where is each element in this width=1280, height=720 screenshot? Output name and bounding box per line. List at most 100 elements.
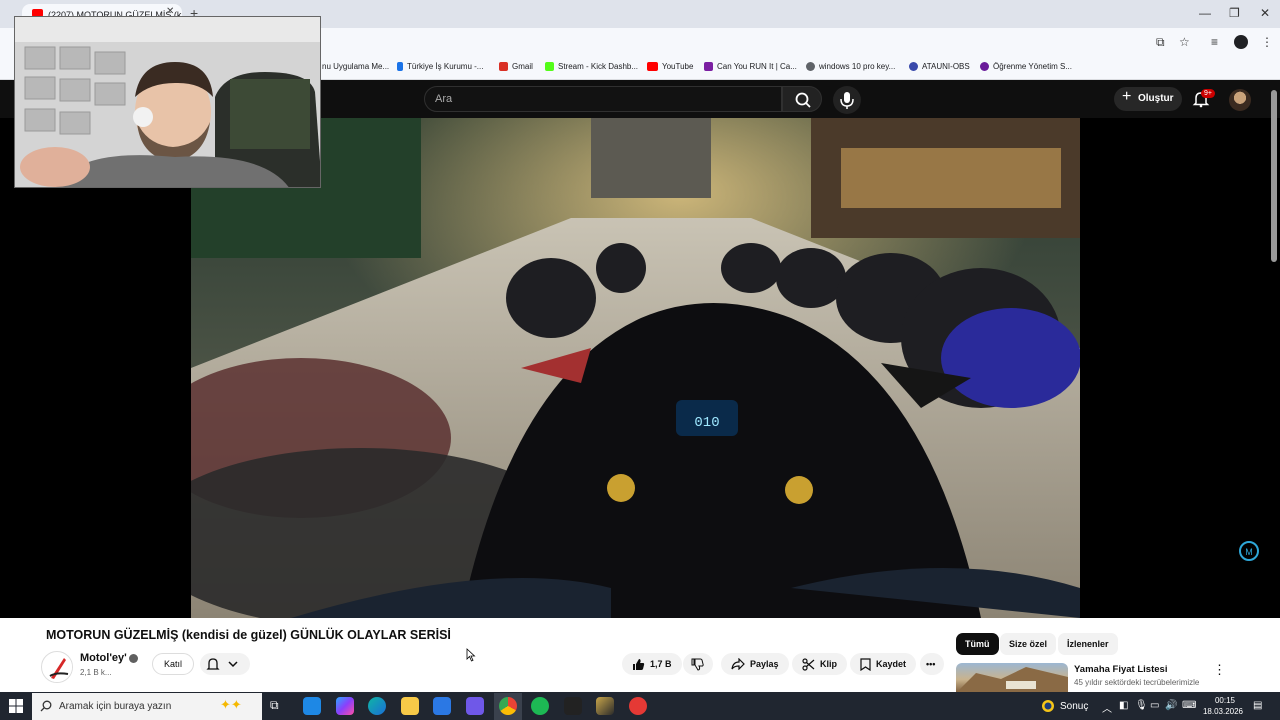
bookmark-label: nu Uygulama Me...: [322, 62, 390, 71]
taskbar-app-explorer-icon[interactable]: [401, 697, 419, 715]
taskbar-app-obs-icon[interactable]: [629, 697, 647, 715]
media-control-icon[interactable]: ≡: [1211, 35, 1218, 49]
bookmark-item[interactable]: Türkiye İş Kurumu -...: [397, 62, 483, 71]
tray-chevron-up-icon[interactable]: ︿: [1102, 700, 1112, 715]
taskbar-app-discord-icon[interactable]: [466, 697, 484, 715]
notification-badge: 9+: [1201, 89, 1215, 98]
restore-icon[interactable]: ❐: [1229, 6, 1240, 20]
subscribed-bell-button[interactable]: [200, 653, 250, 675]
channel-watermark-icon: M: [1239, 541, 1259, 561]
clock-date[interactable]: 18.03.2026: [1201, 707, 1245, 716]
tray-app-icon[interactable]: ◧: [1119, 700, 1128, 711]
more-horizontal-icon: •••: [926, 659, 936, 669]
bookmark-item[interactable]: ATAUNI-OBS: [909, 62, 970, 71]
search-input[interactable]: Ara: [424, 86, 782, 112]
youtube-icon: [647, 62, 658, 71]
taskbar-app-chrome-icon[interactable]: [499, 697, 517, 715]
bookmark-item[interactable]: windows 10 pro key...: [806, 62, 895, 71]
taskbar-search-icon: [40, 700, 52, 712]
mouse-cursor-icon: [466, 648, 476, 662]
bookmark-item[interactable]: nu Uygulama Me...: [322, 62, 389, 71]
microphone-tray-icon[interactable]: 🎙: [1135, 700, 1148, 711]
like-count: 1,7 B: [650, 659, 672, 669]
create-label: Oluştur: [1138, 93, 1174, 104]
taskbar-app-edge-icon[interactable]: [368, 697, 386, 715]
recommended-thumbnail[interactable]: [956, 663, 1068, 693]
video-title: MOTORUN GÜZELMİŞ (kendisi de güzel) GÜNL…: [46, 628, 451, 642]
bookmark-label: YouTube: [662, 62, 694, 71]
bookmark-item[interactable]: Gmail: [499, 62, 533, 71]
bookmark-star-icon[interactable]: ☆: [1179, 35, 1190, 49]
save-button[interactable]: Kaydet: [850, 653, 917, 675]
bookmark-item[interactable]: Öğrenme Yönetim S...: [980, 62, 1072, 71]
plus-icon: +: [1122, 88, 1132, 105]
language-icon[interactable]: ⌨: [1182, 700, 1196, 711]
share-button[interactable]: Paylaş: [721, 653, 789, 675]
chip-for-you[interactable]: Size özel: [1000, 633, 1057, 655]
thumbs-up-icon: [633, 658, 645, 670]
recommended-description: 45 yıldır sektördeki tecrübelerimizle: [1074, 678, 1200, 687]
search-button[interactable]: [782, 86, 822, 112]
weather-label[interactable]: Sonuç: [1060, 701, 1088, 712]
taskbar-app-store-icon[interactable]: [433, 697, 451, 715]
clock-time[interactable]: 00:15: [1207, 696, 1243, 705]
gmail-icon: [499, 62, 508, 71]
notification-center-icon[interactable]: ▤: [1253, 700, 1262, 711]
subscriber-count: 2,1 B k...: [80, 668, 112, 677]
bookmark-label: Öğrenme Yönetim S...: [993, 62, 1072, 71]
like-button[interactable]: 1,7 B: [622, 653, 682, 675]
thumbs-down-icon: [691, 658, 704, 671]
verified-icon: [129, 654, 138, 663]
more-actions-button[interactable]: •••: [920, 653, 944, 675]
lms-icon: [980, 62, 989, 71]
dislike-button[interactable]: [683, 653, 713, 675]
bell-chevron-icon: [206, 658, 238, 670]
more-vertical-icon[interactable]: ⋮: [1213, 662, 1226, 678]
task-view-icon[interactable]: ⧉: [270, 698, 279, 713]
taskbar-app-league-icon[interactable]: [596, 697, 614, 715]
page-scrollbar[interactable]: [1271, 90, 1277, 262]
bookmark-item[interactable]: Stream - Kick Dashb...: [545, 62, 638, 71]
weather-icon[interactable]: [1041, 699, 1055, 718]
taskbar-app-spotify-icon[interactable]: [531, 697, 549, 715]
channel-avatar[interactable]: [41, 651, 73, 683]
minimize-icon[interactable]: —: [1199, 6, 1211, 20]
profile-icon[interactable]: [1234, 35, 1248, 49]
bookmark-item[interactable]: YouTube: [647, 62, 693, 71]
bookmark-icon: [860, 657, 871, 671]
clip-label: Klip: [820, 659, 837, 669]
video-player[interactable]: 010: [191, 118, 1080, 618]
canyourunit-icon: [704, 62, 713, 71]
channel-name[interactable]: Motol'ey': [80, 652, 127, 664]
speedometer-reading: 010: [694, 415, 719, 431]
chrome-menu-icon[interactable]: ⋮: [1261, 35, 1273, 49]
chip-all[interactable]: Tümü: [956, 633, 999, 655]
volume-icon[interactable]: 🔊: [1165, 700, 1177, 711]
recommended-title[interactable]: Yamaha Fiyat Listesi: [1074, 664, 1167, 675]
window-close-icon[interactable]: ✕: [1260, 6, 1270, 20]
bookmark-label: Stream - Kick Dashb...: [558, 62, 639, 71]
sparkle-icon: ✦✦: [220, 697, 242, 712]
globe-icon: [806, 62, 815, 71]
bookmark-label: Gmail: [512, 62, 533, 71]
search-icon: [795, 92, 811, 108]
chip-watched[interactable]: İzlenenler: [1058, 633, 1118, 655]
bookmark-label: Can You RUN It | Ca...: [717, 62, 797, 71]
network-icon[interactable]: ▭: [1150, 700, 1159, 711]
join-button[interactable]: Katıl: [152, 653, 194, 675]
video-frame: 010: [191, 118, 1080, 618]
search-placeholder: Ara: [435, 93, 453, 105]
taskbar-app-steam-icon[interactable]: [303, 697, 321, 715]
install-app-icon[interactable]: ⧉: [1156, 35, 1165, 50]
atauni-icon: [909, 62, 918, 71]
bookmark-item[interactable]: Can You RUN It | Ca...: [704, 62, 797, 71]
taskbar-app-epic-icon[interactable]: [564, 697, 582, 715]
clip-button[interactable]: Klip: [792, 653, 847, 675]
webcam-overlay: [14, 16, 321, 188]
taskbar-app-copilot-icon[interactable]: [336, 697, 354, 715]
user-avatar[interactable]: [1229, 89, 1251, 111]
kick-icon: [545, 62, 554, 71]
iskur-icon: [397, 62, 403, 71]
voice-search-button[interactable]: [833, 86, 861, 114]
windows-start-icon[interactable]: [9, 699, 23, 713]
